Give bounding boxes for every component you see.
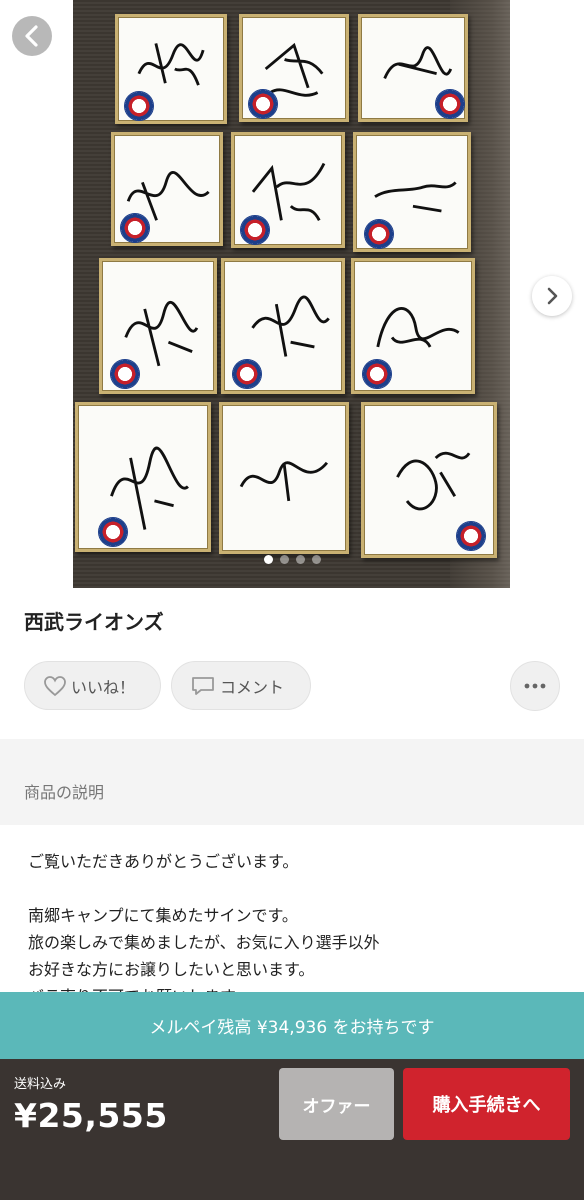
- autograph-board: [221, 258, 345, 394]
- carousel-page-indicator: [0, 555, 584, 564]
- lions-logo: [240, 215, 270, 245]
- autograph-board: [231, 132, 345, 248]
- description-line: [28, 875, 568, 902]
- lions-logo: [362, 359, 392, 389]
- carousel-dot[interactable]: [311, 555, 321, 564]
- next-image-button[interactable]: [532, 276, 572, 316]
- lions-logo: [110, 359, 140, 389]
- autograph-board: [219, 402, 349, 554]
- autograph-board: [75, 402, 211, 552]
- balance-text: メルペイ残高 ¥34,936 をお持ちです: [149, 1018, 435, 1038]
- product-actions: いいね！ コメント: [24, 661, 311, 710]
- shipping-included-label: 送料込み: [14, 1077, 67, 1092]
- lions-logo: [120, 213, 150, 243]
- chevron-right-icon: [547, 287, 558, 305]
- carousel-dot[interactable]: [295, 555, 305, 564]
- comment-label: コメント: [220, 677, 285, 697]
- carousel-dot[interactable]: [263, 555, 273, 564]
- lions-logo: [124, 91, 154, 121]
- description-line: 旅の楽しみで集めましたが、お気に入り選手以外: [28, 933, 380, 952]
- purchase-button[interactable]: 購入手続きへ: [403, 1068, 570, 1140]
- product-description: ご覧いただきありがとうございます。 南郷キャンプにて集めたサインです。 旅の楽し…: [28, 848, 568, 1010]
- lions-logo: [435, 89, 465, 119]
- autograph-board: [353, 132, 471, 252]
- like-button[interactable]: いいね！: [24, 661, 161, 710]
- more-options-button[interactable]: [510, 661, 560, 711]
- chevron-left-icon: [25, 25, 38, 47]
- like-label: いいね！: [71, 677, 136, 697]
- lions-logo: [364, 219, 394, 249]
- autograph-board: [361, 402, 497, 558]
- comment-button[interactable]: コメント: [171, 661, 311, 710]
- autograph-board: [115, 14, 227, 124]
- description-line: ご覧いただきありがとうございます。: [28, 852, 299, 871]
- back-button[interactable]: [12, 16, 52, 56]
- product-title: 西武ライオンズ: [24, 610, 164, 634]
- carousel-dot[interactable]: [279, 555, 289, 564]
- speech-bubble-icon: [192, 676, 214, 695]
- autograph-board: [358, 14, 468, 122]
- offer-button[interactable]: オファー: [279, 1068, 394, 1140]
- autograph-board: [239, 14, 349, 122]
- description-line: お好きな方にお譲りしたいと思います。: [28, 960, 315, 979]
- more-horizontal-icon: [524, 683, 546, 689]
- lions-logo: [456, 521, 486, 551]
- description-line: 南郷キャンプにて集めたサインです。: [28, 906, 298, 925]
- description-section-label: 商品の説明: [24, 783, 105, 802]
- offer-label: オファー: [302, 1096, 371, 1117]
- lions-logo: [232, 359, 262, 389]
- merpay-balance-banner[interactable]: メルペイ残高 ¥34,936 をお持ちです: [0, 992, 584, 1059]
- product-photo[interactable]: [73, 0, 510, 588]
- purchase-label: 購入手続きへ: [432, 1095, 541, 1116]
- autograph-board: [111, 132, 223, 246]
- heart-outline-icon: [44, 675, 66, 696]
- price: ¥25,555: [14, 1096, 168, 1135]
- product-image-carousel[interactable]: [0, 0, 584, 588]
- autograph-board: [99, 258, 217, 394]
- lions-logo: [98, 517, 128, 547]
- autograph-board: [351, 258, 475, 394]
- lions-logo: [248, 89, 278, 119]
